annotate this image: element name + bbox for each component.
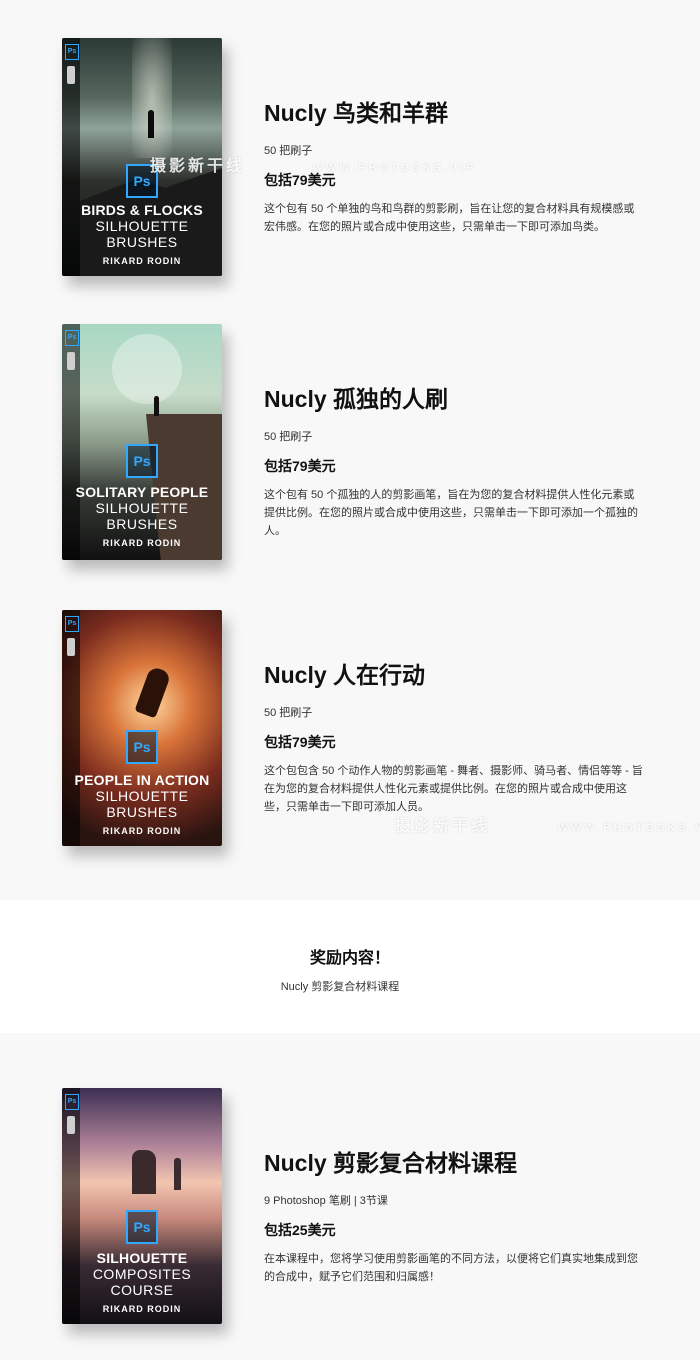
product-box-image: Ps Ps PEOPLE IN ACTION SILHOUETTE BRUSHE… [62, 610, 222, 846]
ps-mini-icon: Ps [65, 44, 79, 60]
box-title: BIRDS & FLOCKS [81, 202, 203, 218]
feather-icon [67, 638, 75, 656]
sea-stack-silhouette [132, 1150, 156, 1194]
product-title: Nucly 孤独的人刷 [264, 386, 449, 412]
product-count: 9 Photoshop 笔刷 | 3节课 [264, 1195, 388, 1207]
box-subtitle-2: COURSE [110, 1282, 174, 1298]
person-silhouette [154, 396, 159, 416]
box-author: RIKARD RODIN [102, 256, 182, 266]
product-description: 这个包有 50 个单独的鸟和鸟群的剪影刷，旨在让您的复合材料具有规模感或宏伟感。… [264, 203, 635, 233]
product-description: 在本课程中，您将学习使用剪影画笔的不同方法，以便将它们真实地集成到您的合成中，赋… [264, 1253, 638, 1283]
box-subtitle-1: COMPOSITES [92, 1266, 192, 1282]
ps-mini-icon: Ps [65, 1094, 79, 1110]
product-price: 包括79美元 [264, 734, 336, 750]
product-info: Nucly 人在行动 50 把刷子 包括79美元 这个包包含 50 个动作人物的… [264, 656, 644, 816]
watermark-url: WWW.PHOTOSKS.VIP [557, 822, 700, 834]
person-silhouette [148, 110, 154, 138]
product-price: 包括25美元 [264, 1222, 336, 1238]
bonus-title: 奖励内容！ [309, 950, 390, 967]
moon [112, 334, 182, 404]
box-subtitle-2: BRUSHES [106, 516, 178, 532]
photoshop-icon: Ps [126, 730, 158, 764]
box-text: BIRDS & FLOCKS SILHOUETTE BRUSHES RIKARD… [62, 202, 222, 266]
box-title: SILHOUETTE [96, 1250, 188, 1266]
box-text: SOLITARY PEOPLE SILHOUETTE BRUSHES RIKAR… [62, 484, 222, 548]
feather-icon [67, 1116, 75, 1134]
product-count: 50 把刷子 [264, 431, 313, 443]
bonus-subtitle: Nucly 剪影复合材料课程 [280, 981, 400, 993]
box-title: SOLITARY PEOPLE [75, 484, 209, 500]
box-author: RIKARD RODIN [102, 1304, 182, 1314]
ps-mini-icon: Ps [65, 616, 79, 632]
product-title: Nucly 剪影复合材料课程 [264, 1150, 518, 1176]
box-subtitle-2: BRUSHES [106, 804, 178, 820]
watermark-url: WWW.PHOTOSKS.VIP [312, 162, 477, 174]
watermark-text: 摄影新干线 [150, 158, 246, 175]
box-subtitle-2: BRUSHES [106, 234, 178, 250]
product-description: 这个包包含 50 个动作人物的剪影画笔 - 舞者、摄影师、骑马者、情侣等等 - … [264, 765, 643, 813]
product-count: 50 把刷子 [264, 707, 313, 719]
box-author: RIKARD RODIN [102, 826, 182, 836]
box-text: SILHOUETTE COMPOSITES COURSE RIKARD RODI… [62, 1250, 222, 1314]
feather-icon [67, 66, 75, 84]
watermark: 摄影新干线 WWW.PHOTOSKS.VIP [150, 152, 476, 176]
product-price: 包括79美元 [264, 458, 336, 474]
ps-mini-icon: Ps [65, 330, 79, 346]
product-title: Nucly 鸟类和羊群 [264, 100, 449, 126]
watermark-text: 摄影新干线 [395, 818, 491, 835]
box-subtitle-1: SILHOUETTE [95, 788, 189, 804]
watermark: 摄影新干线 WWW.PHOTOSKS.VIP [395, 812, 700, 836]
feather-icon [67, 352, 75, 370]
product-box-image: Ps Ps SILHOUETTE COMPOSITES COURSE RIKAR… [62, 1088, 222, 1324]
box-subtitle-1: SILHOUETTE [95, 500, 189, 516]
product-description: 这个包有 50 个孤独的人的剪影画笔，旨在为您的复合材料提供人性化元素或提供比例… [264, 489, 638, 537]
dancer-silhouette [134, 665, 172, 719]
box-text: PEOPLE IN ACTION SILHOUETTE BRUSHES RIKA… [62, 772, 222, 836]
product-title: Nucly 人在行动 [264, 662, 426, 688]
photoshop-icon: Ps [126, 444, 158, 478]
product-box-image: Ps Ps SOLITARY PEOPLE SILHOUETTE BRUSHES… [62, 324, 222, 560]
product-info: Nucly 剪影复合材料课程 9 Photoshop 笔刷 | 3节课 包括25… [264, 1144, 644, 1286]
photoshop-icon: Ps [126, 1210, 158, 1244]
light-beam [132, 38, 172, 158]
box-subtitle-1: SILHOUETTE [95, 218, 189, 234]
person-silhouette [174, 1158, 181, 1190]
box-title: PEOPLE IN ACTION [74, 772, 210, 788]
box-author: RIKARD RODIN [102, 538, 182, 548]
product-info: Nucly 孤独的人刷 50 把刷子 包括79美元 这个包有 50 个孤独的人的… [264, 380, 644, 540]
